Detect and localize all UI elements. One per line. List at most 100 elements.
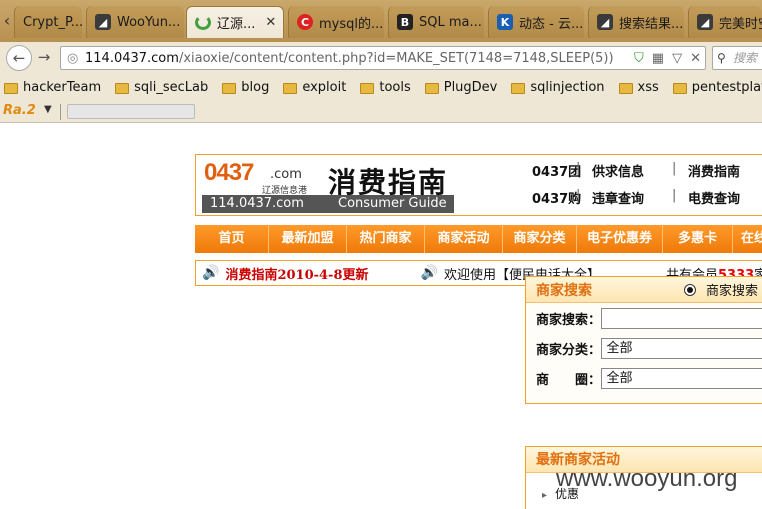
back-arrow-icon[interactable]: ←	[6, 45, 32, 71]
tab-strip: ‹ Crypt_P... ◢ WooYun... 辽源... ✕ C mysql…	[0, 0, 762, 42]
wooyun-icon: ◢	[697, 14, 713, 30]
tab-sql-map[interactable]: B SQL ma...	[388, 6, 484, 38]
header-link-dianfei[interactable]: 电费查询	[672, 188, 762, 207]
category-select[interactable]: 全部	[601, 337, 762, 359]
folder-icon	[360, 83, 375, 94]
category-label: 商家分类：	[536, 342, 602, 358]
speaker-icon: 🔊	[420, 265, 438, 281]
folder-icon	[424, 83, 439, 94]
addon-dropdown-icon[interactable]: ▼	[44, 104, 52, 115]
dropdown-arrow-icon[interactable]: ▽	[672, 51, 682, 66]
keyword-input[interactable]	[601, 307, 762, 329]
url-text[interactable]: 114.0437.com/xiaoxie/content/content.php…	[85, 51, 634, 66]
folder-icon	[283, 83, 298, 94]
header-link-tuan[interactable]: 0437团	[532, 161, 592, 180]
wooyun-icon: ◢	[597, 14, 613, 30]
bookmark-blog[interactable]: blog	[222, 80, 269, 95]
update-notice[interactable]: 消费指南2010-4-8更新	[225, 264, 368, 283]
red-c-icon: C	[297, 14, 313, 30]
tab-label: 完美时空	[719, 16, 762, 32]
bookmark-sqli-seclab[interactable]: sqli_secLab	[115, 80, 208, 95]
folder-icon	[222, 83, 237, 94]
bookmark-tools[interactable]: tools	[360, 80, 411, 95]
folder-icon	[4, 83, 18, 94]
bookmark-sqlinjection[interactable]: sqlinjection	[511, 80, 605, 95]
menu-hot-merchants[interactable]: 热门商家	[347, 225, 425, 253]
url-host: 114.0437.com	[85, 50, 179, 66]
menu-merchant-activities[interactable]: 商家活动	[425, 225, 503, 253]
k-icon: K	[497, 14, 513, 30]
bookmark-plugdev[interactable]: PlugDev	[424, 80, 498, 95]
stop-icon[interactable]: ✕	[690, 51, 701, 66]
tab-dongtai[interactable]: K 动态 - 云...	[488, 6, 584, 38]
tab-scroll-left-icon[interactable]: ‹	[0, 6, 14, 36]
bookmark-xss[interactable]: xss	[618, 80, 659, 95]
close-tab-icon[interactable]: ✕	[265, 15, 276, 30]
addon-logo[interactable]: Ra.2	[3, 103, 36, 118]
header-link-xiaofei[interactable]: 消费指南	[672, 161, 762, 180]
browser-window: ‹ Crypt_P... ◢ WooYun... 辽源... ✕ C mysql…	[0, 0, 762, 509]
logo-english: Consumer Guide	[338, 196, 447, 211]
folder-icon	[511, 83, 526, 94]
logo-brand: 0437	[204, 159, 254, 186]
forward-arrow-icon[interactable]: →	[33, 47, 55, 69]
main-menu: 首页 最新加盟 热门商家 商家活动 商家分类 电子优惠券 多惠卡 在线	[195, 225, 762, 253]
site-container: 0437 .com 辽源信息港 消费指南 114.0437.com Consum…	[195, 154, 762, 509]
bookmark-label: blog	[241, 80, 270, 95]
tab-liaoyuan-active[interactable]: 辽源... ✕	[186, 6, 284, 38]
district-select[interactable]: 全部	[601, 367, 762, 389]
tab-wooyun[interactable]: ◢ WooYun...	[86, 6, 184, 38]
addon-toolbar: Ra.2 ▼	[0, 101, 762, 123]
menu-online[interactable]: 在线	[733, 225, 762, 253]
logo-bar: 114.0437.com Consumer Guide	[202, 195, 454, 213]
form-row-keyword: 商家搜索：	[526, 303, 762, 333]
bookmark-pentestplateform[interactable]: pentestplateform	[672, 80, 762, 95]
form-row-category: 商家分类： 全部	[526, 333, 762, 363]
header-link-gou[interactable]: 0437购	[532, 188, 592, 207]
tab-label: 辽源...	[217, 17, 256, 32]
tab-wanmei[interactable]: ◢ 完美时空	[688, 6, 762, 38]
loading-spinner-icon	[195, 15, 211, 30]
folder-icon	[115, 83, 130, 94]
bookmark-label: pentestplateform	[691, 80, 762, 95]
menu-home[interactable]: 首页	[195, 225, 269, 253]
bookmark-label: hackerTeam	[23, 80, 102, 95]
folder-icon	[672, 83, 687, 94]
menu-duohui-card[interactable]: 多惠卡	[663, 225, 733, 253]
form-row-district: 商 圈： 全部	[526, 363, 762, 393]
search-panel-title: 商家搜索	[536, 282, 592, 299]
qr-code-icon[interactable]: ▦	[652, 51, 664, 66]
site-header: 0437 .com 辽源信息港 消费指南 114.0437.com Consum…	[195, 154, 762, 216]
bookmark-label: sqli_secLab	[134, 80, 209, 95]
tab-search-results[interactable]: ◢ 搜索结果...	[588, 6, 684, 38]
menu-new-join[interactable]: 最新加盟	[269, 225, 347, 253]
logo-domain: 114.0437.com	[210, 196, 304, 211]
navigation-bar: ← → ◎ 114.0437.com/xiaoxie/content/conte…	[0, 42, 762, 74]
url-path: /xiaoxie/content/content.php?id=MAKE_SET…	[178, 50, 614, 66]
bookmark-label: tools	[379, 80, 411, 95]
site-logo[interactable]: 0437 .com 辽源信息港 消费指南 114.0437.com Consum…	[200, 157, 454, 213]
search-box[interactable]: ⚲ 搜索	[712, 46, 762, 70]
header-links: 0437团 供求信息 消费指南 0437购 违章查询 电费查询	[532, 161, 762, 207]
bookmark-hackerteam[interactable]: hackerTeam	[4, 80, 101, 95]
tab-label: Crypt_P...	[23, 14, 82, 30]
search-icon: ⚲	[717, 51, 726, 65]
keyword-label: 商家搜索：	[536, 312, 602, 328]
search-placeholder: 搜索	[733, 51, 758, 65]
menu-merchant-categories[interactable]: 商家分类	[503, 225, 577, 253]
bookmark-label: PlugDev	[443, 80, 498, 95]
bookmark-label: xss	[637, 80, 659, 95]
watermark-text: www.wooyun.org	[556, 465, 738, 492]
menu-coupons[interactable]: 电子优惠券	[577, 225, 663, 253]
address-bar[interactable]: ◎ 114.0437.com/xiaoxie/content/content.p…	[60, 46, 706, 70]
shield-icon[interactable]: ⛉	[634, 51, 644, 66]
addon-input[interactable]	[67, 104, 195, 119]
folder-icon	[618, 83, 633, 94]
tab-crypt[interactable]: Crypt_P...	[14, 6, 82, 38]
tab-label: WooYun...	[117, 14, 181, 30]
tab-mysql[interactable]: C mysql的...	[288, 6, 384, 38]
search-type-radio[interactable]	[684, 283, 696, 296]
bookmark-exploit[interactable]: exploit	[283, 80, 346, 95]
page-content: 0437 .com 辽源信息港 消费指南 114.0437.com Consum…	[0, 124, 762, 509]
district-label: 商 圈：	[536, 372, 602, 388]
